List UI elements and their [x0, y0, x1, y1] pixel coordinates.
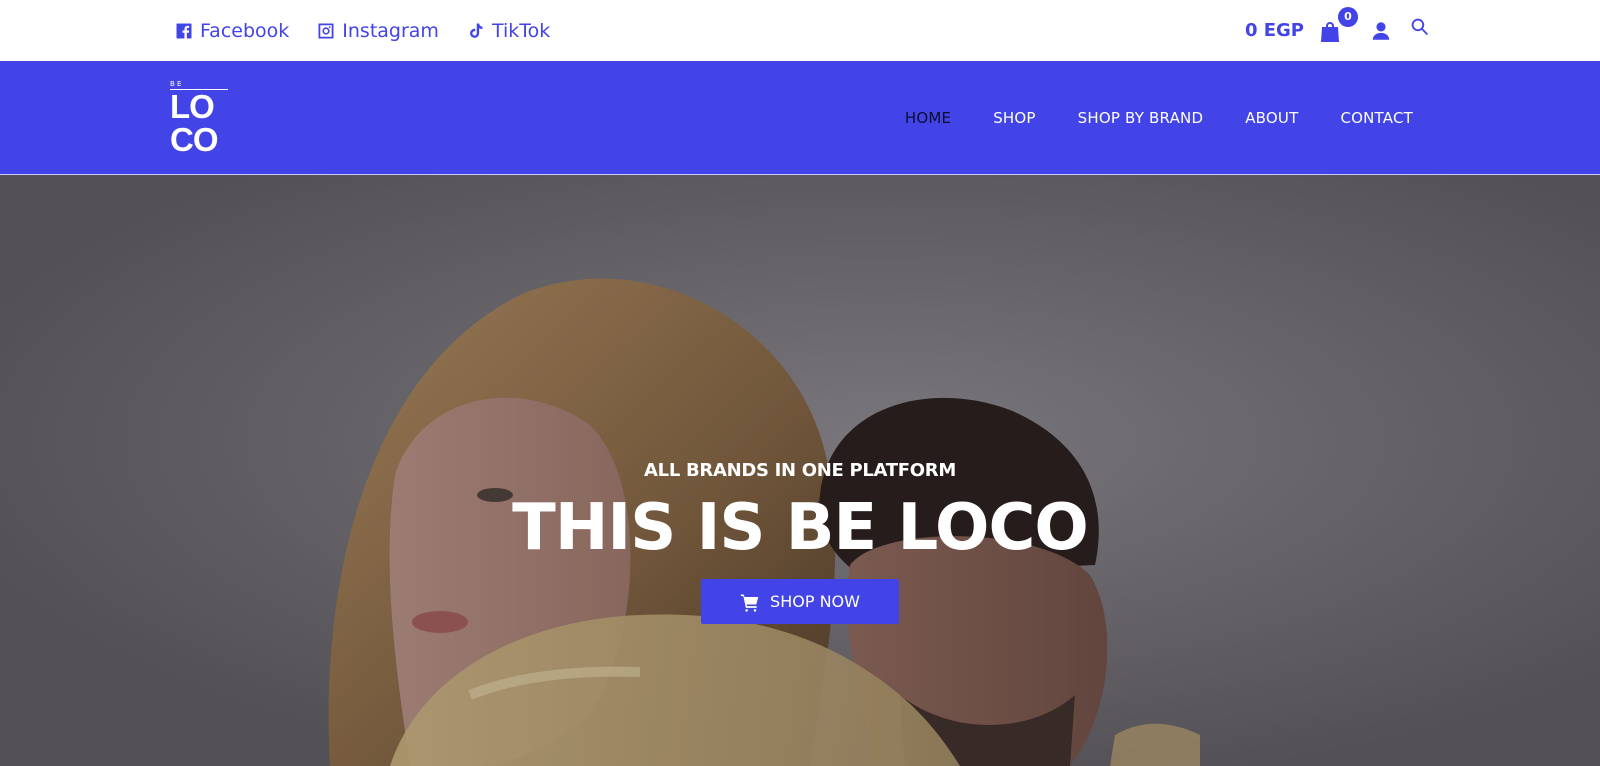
nav-home[interactable]: HOME	[905, 109, 951, 127]
tiktok-link[interactable]: TikTok	[467, 20, 550, 42]
cart-icon	[740, 592, 760, 612]
logo-be-text: B E	[170, 80, 182, 88]
main-header: B E LO CO HOME SHOP SHOP BY BRAND ABOUT …	[0, 61, 1600, 175]
nav-shop-by-brand[interactable]: SHOP BY BRAND	[1078, 109, 1204, 127]
main-menu: HOME SHOP SHOP BY BRAND ABOUT CONTACT	[905, 61, 1413, 175]
nav-shop[interactable]: SHOP	[993, 109, 1035, 127]
facebook-icon	[175, 22, 193, 40]
logo-line-1: LO	[170, 88, 215, 125]
site-logo[interactable]: B E LO CO	[170, 81, 228, 159]
facebook-link[interactable]: Facebook	[175, 20, 289, 42]
tiktok-label: TikTok	[491, 19, 551, 42]
shop-now-button[interactable]: SHOP NOW	[701, 579, 899, 624]
search-button[interactable]	[1410, 17, 1432, 39]
hero-banner: ALL BRANDS IN ONE PLATFORM THIS IS BE LO…	[0, 175, 1600, 766]
hero-headline: THIS IS BE LOCO	[512, 491, 1089, 565]
search-icon	[1410, 17, 1432, 37]
instagram-label: Instagram	[342, 19, 439, 42]
shop-now-label: SHOP NOW	[770, 592, 860, 611]
cart-count-badge: 0	[1338, 6, 1358, 27]
account-area: 0 EGP 0	[1245, 0, 1432, 61]
account-button[interactable]	[1370, 20, 1392, 42]
instagram-icon	[317, 22, 335, 40]
user-icon	[1370, 20, 1392, 42]
top-bar: Facebook Instagram TikTok 0 EGP 0	[0, 0, 1600, 61]
social-links: Facebook Instagram TikTok	[175, 0, 550, 61]
hero-content: ALL BRANDS IN ONE PLATFORM THIS IS BE LO…	[0, 460, 1600, 624]
nav-about[interactable]: ABOUT	[1245, 109, 1298, 127]
cart-button[interactable]: 0	[1318, 6, 1358, 44]
hero-eyebrow: ALL BRANDS IN ONE PLATFORM	[644, 460, 956, 481]
tiktok-icon	[467, 22, 485, 40]
logo-line-2: CO	[170, 121, 219, 158]
cart-total[interactable]: 0 EGP	[1245, 20, 1304, 41]
facebook-label: Facebook	[200, 19, 290, 42]
nav-contact[interactable]: CONTACT	[1340, 109, 1413, 127]
instagram-link[interactable]: Instagram	[317, 20, 439, 42]
